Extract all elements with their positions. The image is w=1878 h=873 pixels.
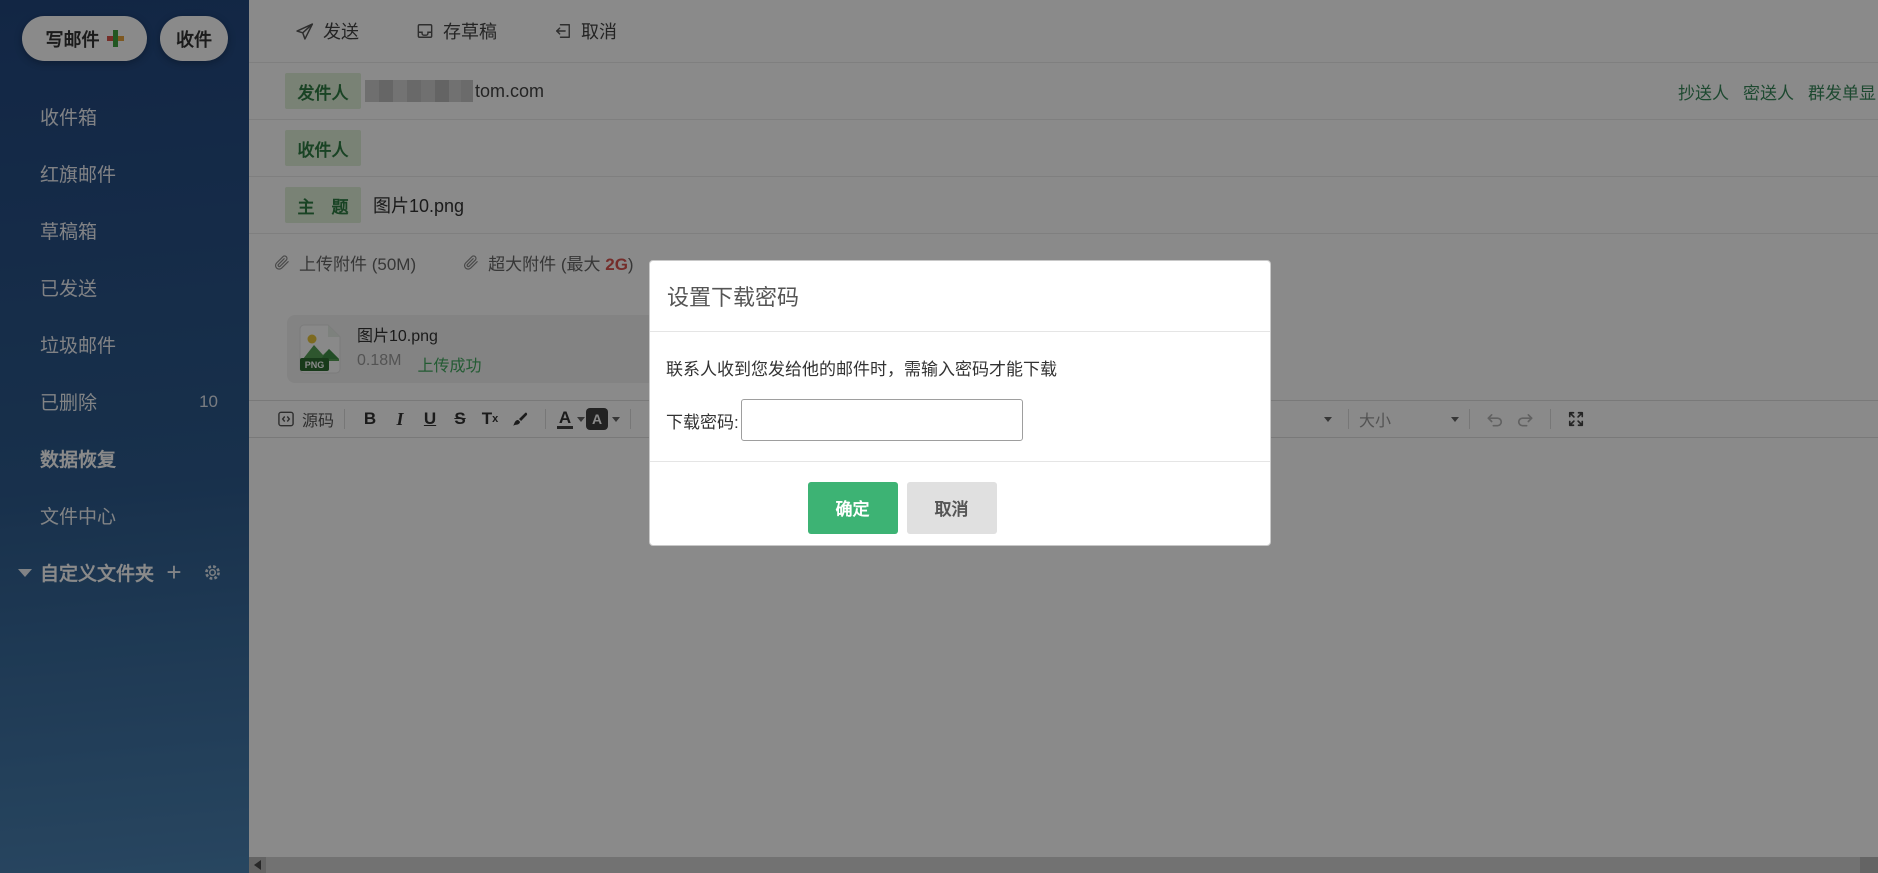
password-input-row: 下载密码: bbox=[666, 399, 1254, 441]
dialog-title: 设置下载密码 bbox=[667, 285, 800, 310]
dialog-cancel-button[interactable]: 取消 bbox=[906, 481, 997, 534]
dialog-footer: 确定 取消 bbox=[650, 461, 1270, 553]
dialog-description: 联系人收到您发给他的邮件时，需输入密码才能下载 bbox=[666, 360, 1057, 379]
dialog-body: 联系人收到您发给他的邮件时，需输入密码才能下载 下载密码: bbox=[650, 332, 1270, 441]
dialog-header: 设置下载密码 bbox=[650, 261, 1270, 332]
confirm-button[interactable]: 确定 bbox=[807, 481, 898, 534]
download-password-dialog: 设置下载密码 联系人收到您发给他的邮件时，需输入密码才能下载 下载密码: 确定 … bbox=[649, 260, 1271, 546]
password-label: 下载密码: bbox=[666, 412, 739, 432]
password-input[interactable] bbox=[741, 399, 1023, 441]
